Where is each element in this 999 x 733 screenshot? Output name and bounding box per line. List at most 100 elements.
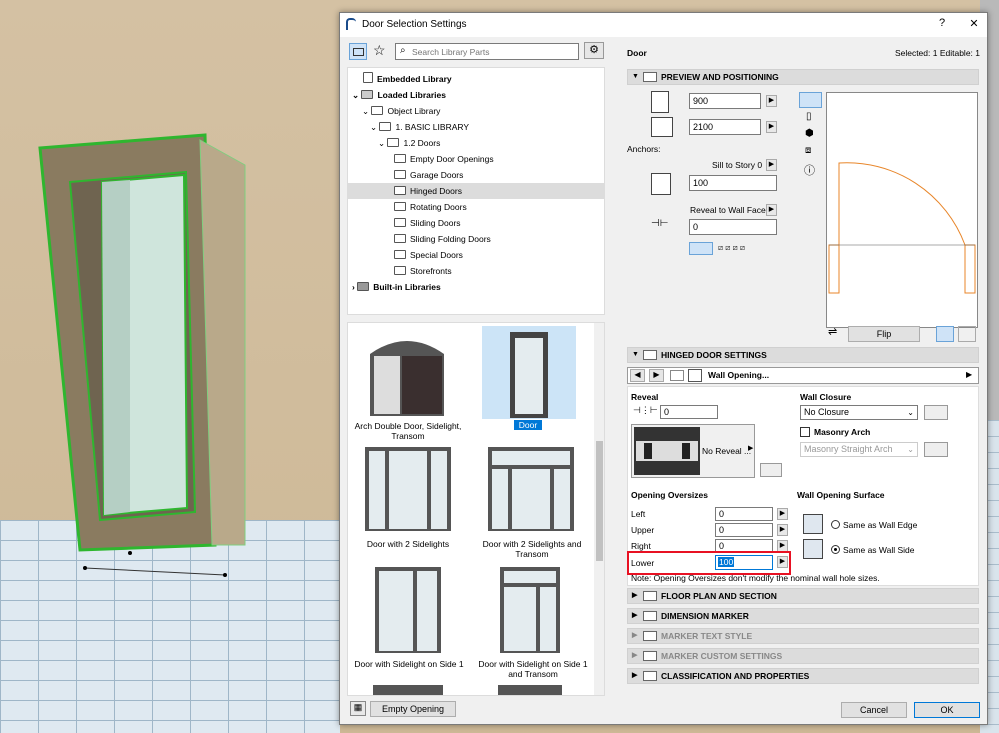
tree-item-empty-door-openings[interactable]: Empty Door Openings <box>394 151 494 167</box>
sill-arrow[interactable]: ▶ <box>766 159 777 171</box>
window-title: Door Selection Settings <box>362 19 467 30</box>
page-dropdown-arrow[interactable]: ▶ <box>966 370 972 379</box>
flip-side-icon[interactable]: ⇌ <box>828 325 837 338</box>
wall-side-icon <box>803 539 823 559</box>
same-as-wall-edge-radio[interactable] <box>831 520 840 529</box>
oversize-upper-arrow[interactable]: ▶ <box>777 524 788 536</box>
help-button[interactable]: ? <box>932 17 952 33</box>
hinged-door-settings-header[interactable]: ▼ HINGED DOOR SETTINGS <box>627 347 979 363</box>
thumb-partial[interactable] <box>498 685 562 695</box>
elevation-view-icon[interactable]: ▯ <box>806 111 812 122</box>
favorites-star-icon[interactable]: ☆ <box>373 42 386 59</box>
search-icon: ⌕ <box>400 45 406 56</box>
thumb-door-sidelight-side1[interactable] <box>373 565 443 655</box>
tree-item-hinged-doors[interactable]: Hinged Doors <box>394 183 462 199</box>
thumb-partial[interactable] <box>373 685 443 695</box>
wall-closure-settings-icon[interactable] <box>924 405 948 420</box>
oversize-lower-label: Lower <box>631 558 655 568</box>
reveal-input[interactable]: 0 <box>660 405 718 419</box>
tree-item-sliding-folding-doors[interactable]: Sliding Folding Doors <box>394 231 491 247</box>
wall-edge-icon <box>803 514 823 534</box>
opening-side-2-icon[interactable] <box>958 326 976 342</box>
plan-view-icon[interactable] <box>799 92 822 108</box>
floor-plan-section-header[interactable]: ▶ FLOOR PLAN AND SECTION <box>627 588 979 604</box>
page-selector[interactable]: ◀ ▶ Wall Opening... ▶ <box>627 367 979 384</box>
opening-oversizes-title: Opening Oversizes <box>631 490 708 500</box>
search-box[interactable]: ⌕ <box>395 43 579 60</box>
height-input[interactable]: 2100 <box>689 119 761 135</box>
tree-item-built-in[interactable]: › Built-in Libraries <box>352 279 441 295</box>
flip-button[interactable]: Flip <box>848 326 920 342</box>
thumb-door-2-sidelights-transom[interactable] <box>486 445 576 533</box>
oversize-upper-input[interactable]: 0 <box>715 523 773 537</box>
height-arrow[interactable]: ▶ <box>766 121 777 133</box>
reveal-wall-face-label: Reveal to Wall Face <box>690 205 766 215</box>
selected-door-3d[interactable] <box>0 0 340 600</box>
anchor-option-selected[interactable] <box>689 242 713 255</box>
oversize-lower-input[interactable]: 100 <box>715 555 773 570</box>
reveal-preset-selector[interactable]: No Reveal ... ▶ <box>631 424 755 478</box>
thumb-door-2-sidelights[interactable] <box>363 445 453 533</box>
masonry-arch-checkbox[interactable] <box>800 427 810 437</box>
oversize-lower-arrow[interactable]: ▶ <box>777 556 788 568</box>
thumb-arch-double-door[interactable] <box>368 326 446 416</box>
thumb-label: Door with 2 Sidelights and Transom <box>482 539 582 559</box>
marker-text-style-header[interactable]: ▶ MARKER TEXT STYLE <box>627 628 979 644</box>
width-icon <box>651 91 669 113</box>
oversize-left-arrow[interactable]: ▶ <box>777 508 788 520</box>
reveal-wall-face-input[interactable]: 0 <box>689 219 777 235</box>
3d-view-icon[interactable]: ⬢ <box>805 128 814 139</box>
thumb-label-selected: Door <box>514 420 542 430</box>
width-arrow[interactable]: ▶ <box>766 95 777 107</box>
reveal-settings-icon[interactable] <box>760 463 782 477</box>
tree-item-doors[interactable]: ⌄ 1.2 Doors <box>378 135 440 151</box>
sill-input[interactable]: 100 <box>689 175 777 191</box>
marker-custom-settings-header[interactable]: ▶ MARKER CUSTOM SETTINGS <box>627 648 979 664</box>
empty-opening-icon[interactable]: ▦ <box>350 701 366 716</box>
oversize-note: Note: Opening Oversizes don't modify the… <box>631 573 880 583</box>
tree-item-object-library[interactable]: ⌄ Object Library <box>362 103 440 119</box>
prev-page-button[interactable]: ◀ <box>630 369 645 382</box>
search-input[interactable] <box>412 45 572 58</box>
library-thumbnail-grid: Arch Double Door, Sidelight, Transom Doo… <box>347 322 605 696</box>
search-settings-gear-icon[interactable]: ⚙ <box>584 42 604 59</box>
section-view-icon[interactable]: ⧈ <box>805 145 811 156</box>
preview-positioning-header[interactable]: ▼ PREVIEW AND POSITIONING <box>627 69 979 85</box>
folder-view-button[interactable] <box>349 43 367 60</box>
same-as-wall-side-label: Same as Wall Side <box>843 545 915 555</box>
reveal-preset-label: No Reveal ... <box>702 446 752 456</box>
tree-item-garage-doors[interactable]: Garage Doors <box>394 167 463 183</box>
masonry-arch-label: Masonry Arch <box>814 427 871 437</box>
thumb-scrollbar[interactable] <box>594 323 604 695</box>
wall-opening-surface-title: Wall Opening Surface <box>797 490 885 500</box>
same-as-wall-side-radio[interactable] <box>831 545 840 554</box>
dimension-marker-header[interactable]: ▶ DIMENSION MARKER <box>627 608 979 624</box>
tree-item-special-doors[interactable]: Special Doors <box>394 247 463 263</box>
tree-item-rotating-doors[interactable]: Rotating Doors <box>394 199 467 215</box>
ok-button[interactable]: OK <box>914 702 980 718</box>
thumb-label: Door with Sidelight on Side 1 and Transo… <box>478 659 588 679</box>
oversize-left-input[interactable]: 0 <box>715 507 773 521</box>
close-button[interactable]: ✕ <box>964 17 984 33</box>
anchor-options-icons[interactable]: ⧄ ⧄ ⧄ ⧄ <box>718 243 778 253</box>
thumb-door-selected[interactable] <box>482 326 576 419</box>
tree-item-sliding-doors[interactable]: Sliding Doors <box>394 215 461 231</box>
classification-properties-header[interactable]: ▶ CLASSIFICATION AND PROPERTIES <box>627 668 979 684</box>
width-input[interactable]: 900 <box>689 93 761 109</box>
tree-item-embedded[interactable]: Embedded Library <box>363 71 452 87</box>
tree-item-basic-library[interactable]: ⌄ 1. BASIC LIBRARY <box>370 119 469 135</box>
scrollbar-thumb[interactable] <box>596 441 603 561</box>
thumb-door-sidelight-side1-transom[interactable] <box>498 565 562 655</box>
next-page-button[interactable]: ▶ <box>649 369 664 382</box>
empty-opening-button[interactable]: Empty Opening <box>370 701 456 717</box>
cancel-button[interactable]: Cancel <box>841 702 907 718</box>
wall-closure-select[interactable]: No Closure ⌄ <box>800 405 918 420</box>
oversize-left-label: Left <box>631 509 646 519</box>
sill-label: Sill to Story 0 <box>712 160 763 170</box>
info-icon[interactable]: ⓘ <box>804 162 815 178</box>
tree-item-storefronts[interactable]: Storefronts <box>394 263 452 279</box>
masonry-arch-settings-icon[interactable] <box>924 442 948 457</box>
opening-side-1-icon[interactable] <box>936 326 954 342</box>
tree-item-loaded[interactable]: ⌄ Loaded Libraries <box>352 87 446 103</box>
reveal-wall-face-arrow[interactable]: ▶ <box>766 204 777 216</box>
